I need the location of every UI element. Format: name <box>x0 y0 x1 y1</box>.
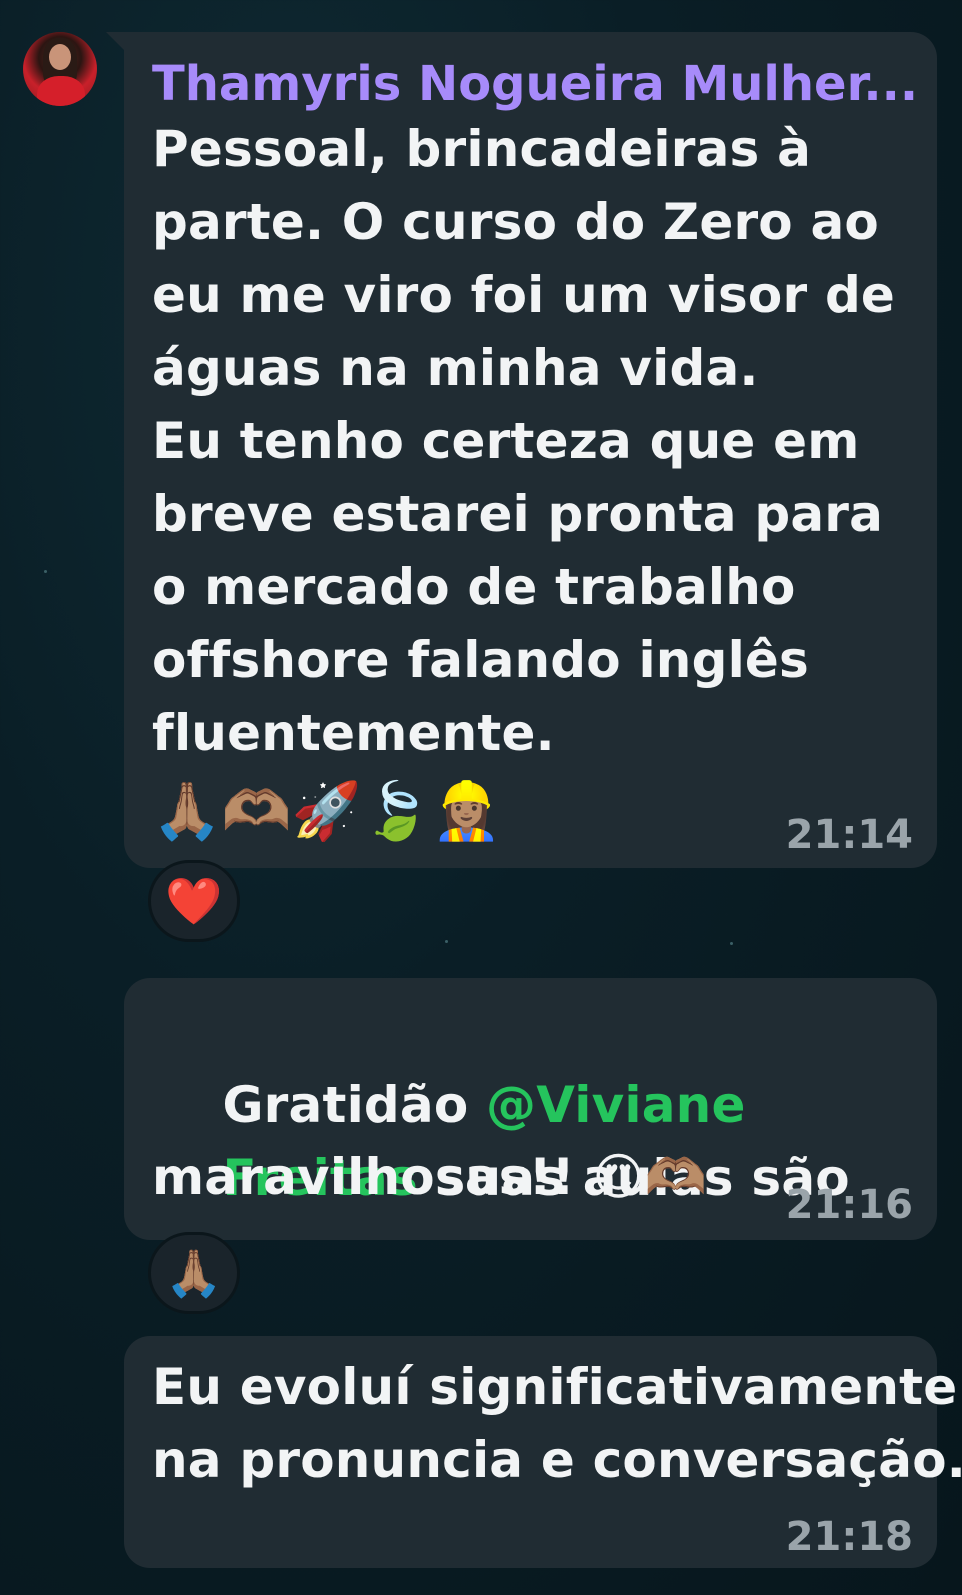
message-line: offshore falando inglês <box>152 631 809 689</box>
heart-icon: ❤️ <box>165 873 223 928</box>
message-line: Pessoal, brincadeiras à <box>152 120 812 178</box>
message-bubble[interactable]: Thamyris Nogueira Mulher... Pessoal, bri… <box>106 32 937 868</box>
message-line: eu me viro foi um visor de <box>152 266 896 324</box>
message-line: Eu evoluí significativamente <box>152 1358 958 1416</box>
message-line: Eu tenho certeza que em <box>152 412 860 470</box>
background-star <box>730 942 733 945</box>
message-line: fluentemente. <box>152 704 555 762</box>
message-bubble[interactable]: Gratidão @Viviane Freitas suas aulas são… <box>124 978 937 1240</box>
emoji-line: 🙏🏽🫶🏽🚀🍃👷🏽‍♀️ <box>152 779 502 844</box>
message-line: na pronuncia e conversação. <box>152 1431 962 1489</box>
background-star <box>44 570 47 573</box>
background-star <box>445 940 448 943</box>
sender-avatar[interactable] <box>23 32 97 106</box>
reaction-badge[interactable]: ❤️ <box>148 860 240 942</box>
message-timestamp: 21:16 <box>785 1182 913 1228</box>
message-bubble[interactable]: Eu evoluí significativamente na pronunci… <box>124 1336 962 1568</box>
message-line: parte. O curso do Zero ao <box>152 193 879 251</box>
message-line: águas na minha vida. <box>152 339 759 397</box>
message-line: maravilhosas!! 😍🫶🏽 <box>152 1148 708 1206</box>
sender-name[interactable]: Thamyris Nogueira Mulher... <box>152 56 918 112</box>
reaction-badge[interactable]: 🙏🏽 <box>148 1232 240 1314</box>
message-timestamp: 21:14 <box>785 812 913 858</box>
message-timestamp: 21:18 <box>785 1514 913 1560</box>
bubble-tail <box>106 32 124 50</box>
message-line: o mercado de trabalho <box>152 558 796 616</box>
message-line: breve estarei pronta para <box>152 485 884 543</box>
praying-hands-icon: 🙏🏽 <box>165 1245 223 1300</box>
